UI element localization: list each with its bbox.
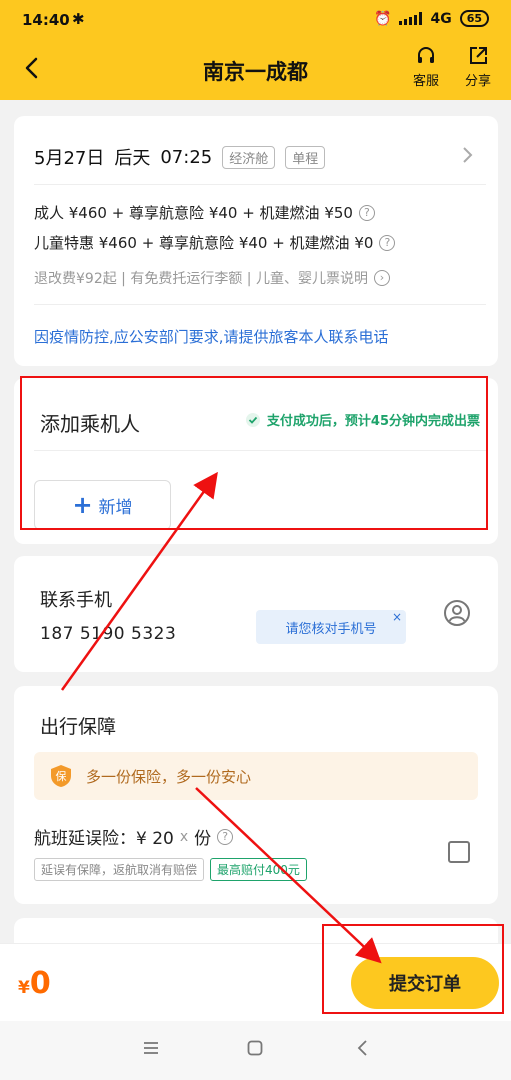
annotation-arrows <box>60 471 382 964</box>
annotation-arrow-up <box>60 471 218 691</box>
annotation-arrow-down <box>195 787 382 964</box>
